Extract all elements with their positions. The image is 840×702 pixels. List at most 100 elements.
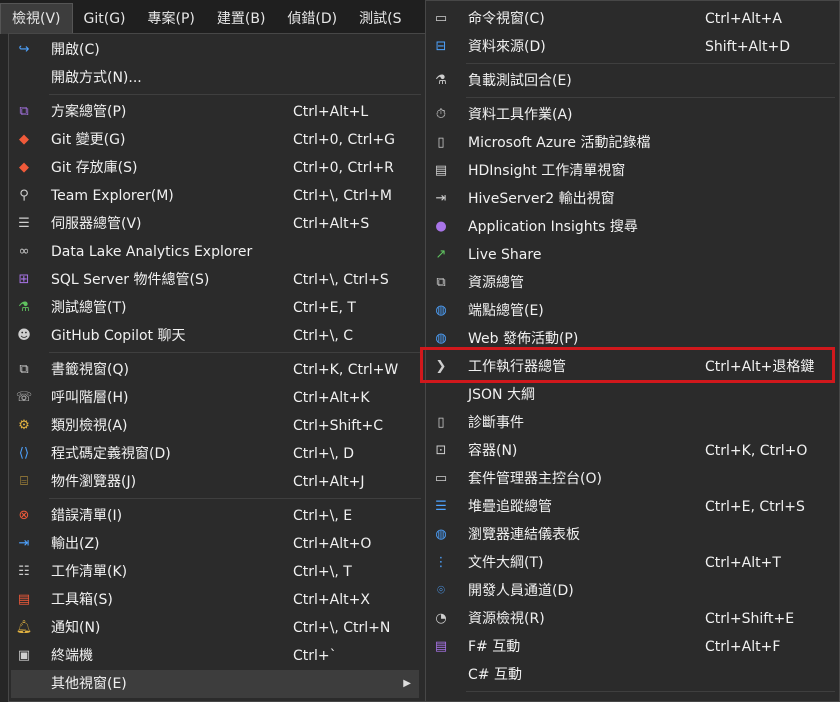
- menu-item-fsharp-interactive[interactable]: ▤ F# 互動 Ctrl+Alt+F: [426, 633, 839, 661]
- menu-item-class-view[interactable]: ⚙ 類別檢視(A) Ctrl+Shift+C: [9, 412, 425, 440]
- browser-link-icon: ◍: [435, 527, 447, 542]
- load-test-icon: ⚗: [435, 73, 447, 88]
- menu-bar: 檢視(V) Git(G) 專案(P) 建置(B) 偵錯(D) 測試(S: [0, 0, 430, 34]
- menu-build[interactable]: 建置(B): [206, 4, 277, 34]
- arrow-refresh-icon: ↪: [18, 42, 30, 57]
- menu-item-resource-view[interactable]: ◔ 資源檢視(R) Ctrl+Shift+E: [426, 605, 839, 633]
- menu-item-output[interactable]: ⇥ 輸出(Z) Ctrl+Alt+O: [9, 530, 425, 558]
- command-window-icon: ▭: [434, 11, 448, 26]
- server-explorer-icon: ☰: [18, 216, 30, 231]
- menu-item-call-hierarchy[interactable]: ☏ 呼叫階層(H) Ctrl+Alt+K: [9, 384, 425, 412]
- menu-item-live-share[interactable]: ↗ Live Share: [426, 241, 839, 269]
- menu-item-open-with[interactable]: 開啟方式(N)...: [9, 64, 425, 92]
- menu-item-resource-explorer[interactable]: ⧉ 資源總管: [426, 269, 839, 297]
- menu-item-dev-tunnels[interactable]: ⌾ 開發人員通道(D): [426, 577, 839, 605]
- data-tools-icon: ⏱: [435, 107, 447, 122]
- menu-item-terminal[interactable]: ▣ 終端機 Ctrl+`: [9, 642, 425, 670]
- menu-item-git-changes[interactable]: ◆ Git 變更(G) Ctrl+0, Ctrl+G: [9, 126, 425, 154]
- menu-item-toolbox[interactable]: ▤ 工具箱(S) Ctrl+Alt+X: [9, 586, 425, 614]
- diagnostic-events-icon: ▯: [437, 415, 445, 430]
- menu-item-other-windows[interactable]: 其他視窗(E) ▶: [11, 670, 419, 698]
- menu-item-load-test[interactable]: ⚗ 負載測試回合(E): [426, 67, 839, 95]
- menu-item-team-explorer[interactable]: ⚲ Team Explorer(M) Ctrl+\, Ctrl+M: [9, 182, 425, 210]
- azure-log-icon: ▯: [437, 135, 445, 150]
- menu-project[interactable]: 專案(P): [137, 4, 206, 34]
- submenu-arrow-icon: ▶: [403, 678, 411, 689]
- menu-item-json-outline[interactable]: JSON 大綱: [426, 381, 839, 409]
- separator: [466, 63, 835, 64]
- sql-server-icon: ⊞: [18, 272, 30, 287]
- globe-icon: ◍: [435, 303, 447, 318]
- separator: [49, 94, 421, 95]
- resource-explorer-icon: ⧉: [436, 275, 446, 290]
- menu-item-csharp-interactive[interactable]: C# 互動: [426, 661, 839, 689]
- solution-explorer-icon: ⧉: [19, 104, 29, 119]
- toolbox-icon: ▤: [17, 592, 31, 607]
- menu-item-data-lake-explorer[interactable]: ∞ Data Lake Analytics Explorer: [9, 238, 425, 266]
- hdinsight-icon: ▤: [434, 163, 448, 178]
- highlight-box: [420, 347, 835, 383]
- menu-item-browser-link-dashboard[interactable]: ◍ 瀏覽器連結儀表板: [426, 521, 839, 549]
- separator: [466, 97, 835, 98]
- menu-item-git-repository[interactable]: ◆ Git 存放庫(S) Ctrl+0, Ctrl+R: [9, 154, 425, 182]
- separator: [49, 352, 421, 353]
- menu-debug[interactable]: 偵錯(D): [276, 4, 348, 34]
- resource-view-icon: ◔: [435, 611, 447, 626]
- menu-item-test-explorer[interactable]: ⚗ 測試總管(T) Ctrl+E, T: [9, 294, 425, 322]
- git-repository-icon: ◆: [19, 160, 29, 175]
- object-browser-icon: ⌸: [20, 474, 28, 489]
- stack-trace-icon: ☰: [435, 499, 447, 514]
- data-sources-icon: ⊟: [435, 39, 447, 54]
- menu-item-open[interactable]: ↪ 開啟(C): [9, 36, 425, 64]
- terminal-icon: ▣: [17, 648, 31, 663]
- menu-test[interactable]: 測試(S: [348, 4, 412, 34]
- web-publish-icon: ◍: [435, 331, 447, 346]
- task-list-icon: ☷: [18, 564, 30, 579]
- live-share-icon: ↗: [435, 247, 447, 262]
- menu-item-solution-explorer[interactable]: ⧉ 方案總管(P) Ctrl+Alt+L: [9, 98, 425, 126]
- menu-item-app-insights-search[interactable]: ● Application Insights 搜尋: [426, 213, 839, 241]
- hiveserver-icon: ⇥: [435, 191, 447, 206]
- menu-item-document-outline[interactable]: ⋮ 文件大綱(T) Ctrl+Alt+T: [426, 549, 839, 577]
- data-lake-icon: ∞: [18, 244, 30, 259]
- editor-left-edge: [0, 34, 8, 702]
- package-console-icon: ▭: [434, 471, 448, 486]
- menu-item-azure-activity-log[interactable]: ▯ Microsoft Azure 活動記錄檔: [426, 129, 839, 157]
- copilot-icon: ☻: [17, 328, 31, 343]
- container-icon: ⊡: [435, 443, 447, 458]
- bookmark-window-icon: ⧉: [19, 362, 29, 377]
- menu-item-package-manager-console[interactable]: ▭ 套件管理器主控台(O): [426, 465, 839, 493]
- call-hierarchy-icon: ☏: [15, 390, 33, 405]
- menu-item-server-explorer[interactable]: ☰ 伺服器總管(V) Ctrl+Alt+S: [9, 210, 425, 238]
- menu-item-endpoints-explorer[interactable]: ◍ 端點總管(E): [426, 297, 839, 325]
- menu-item-data-tools[interactable]: ⏱ 資料工具作業(A): [426, 101, 839, 129]
- bell-icon: 🔔︎: [15, 620, 33, 635]
- error-list-icon: ⊗: [18, 508, 30, 523]
- menu-item-data-sources[interactable]: ⊟ 資料來源(D) Shift+Alt+D: [426, 33, 839, 61]
- menu-item-containers[interactable]: ⊡ 容器(N) Ctrl+K, Ctrl+O: [426, 437, 839, 465]
- code-definition-icon: ⟨⟩: [18, 446, 30, 461]
- menu-item-sql-server-explorer[interactable]: ⊞ SQL Server 物件總管(S) Ctrl+\, Ctrl+S: [9, 266, 425, 294]
- separator: [49, 498, 421, 499]
- fsharp-interactive-icon: ▤: [434, 639, 448, 654]
- menu-item-stack-trace-explorer[interactable]: ☰ 堆疊追蹤總管 Ctrl+E, Ctrl+S: [426, 493, 839, 521]
- menu-git[interactable]: Git(G): [73, 4, 137, 34]
- menu-item-diagnostic-events[interactable]: ▯ 診斷事件: [426, 409, 839, 437]
- output-icon: ⇥: [18, 536, 30, 551]
- test-explorer-icon: ⚗: [18, 300, 30, 315]
- menu-item-hiveserver2[interactable]: ⇥ HiveServer2 輸出視窗: [426, 185, 839, 213]
- menu-item-hdinsight[interactable]: ▤ HDInsight 工作清單視窗: [426, 157, 839, 185]
- menu-item-error-list[interactable]: ⊗ 錯誤清單(I) Ctrl+\, E: [9, 502, 425, 530]
- menu-item-copilot-chat[interactable]: ☻ GitHub Copilot 聊天 Ctrl+\, C: [9, 322, 425, 350]
- menu-item-task-list[interactable]: ☷ 工作清單(K) Ctrl+\, T: [9, 558, 425, 586]
- menu-item-code-definition[interactable]: ⟨⟩ 程式碼定義視窗(D) Ctrl+\, D: [9, 440, 425, 468]
- menu-item-bookmark-window[interactable]: ⧉ 書籤視窗(Q) Ctrl+K, Ctrl+W: [9, 356, 425, 384]
- separator: [466, 691, 835, 692]
- menu-view[interactable]: 檢視(V): [0, 3, 73, 34]
- view-menu: ↪ 開啟(C) 開啟方式(N)... ⧉ 方案總管(P) Ctrl+Alt+L …: [8, 33, 426, 702]
- lightbulb-icon: ●: [435, 219, 447, 234]
- menu-item-command-window[interactable]: ▭ 命令視窗(C) Ctrl+Alt+A: [426, 5, 839, 33]
- menu-item-object-browser[interactable]: ⌸ 物件瀏覽器(J) Ctrl+Alt+J: [9, 468, 425, 496]
- git-changes-icon: ◆: [19, 132, 29, 147]
- menu-item-notifications[interactable]: 🔔︎ 通知(N) Ctrl+\, Ctrl+N: [9, 614, 425, 642]
